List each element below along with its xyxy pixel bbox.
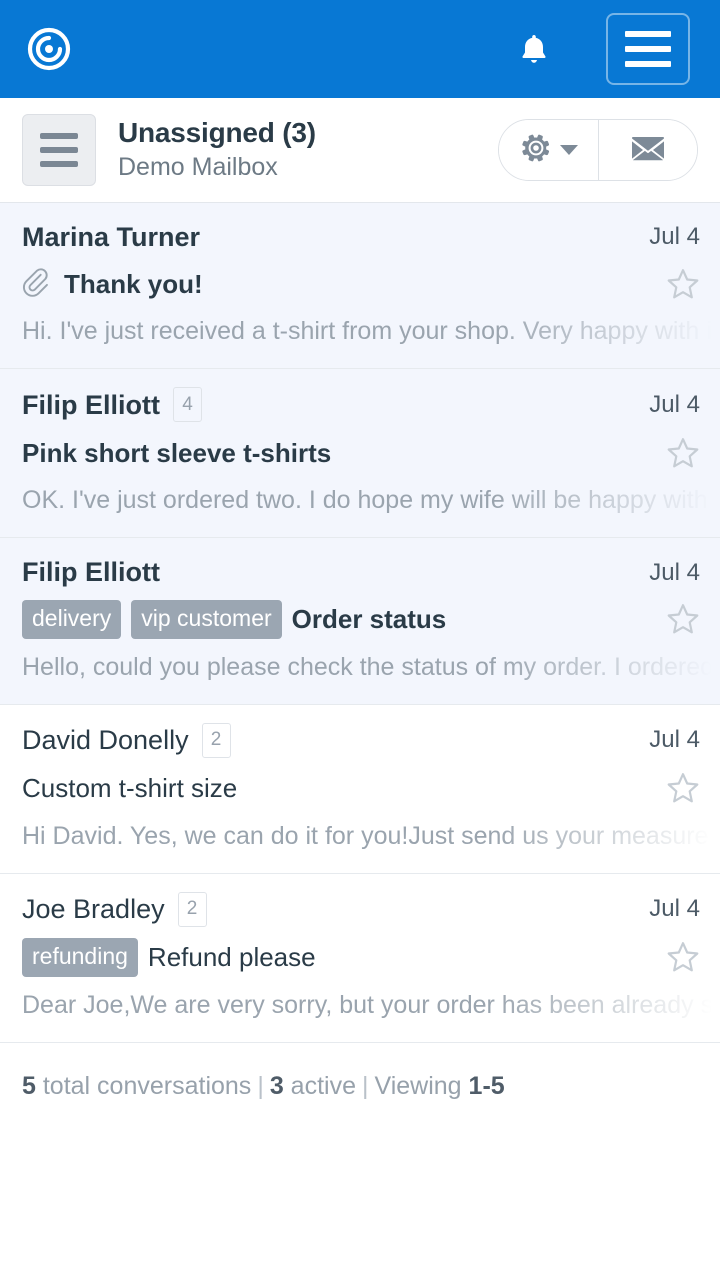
conversation-subject-row: Custom t-shirt size xyxy=(0,769,720,809)
footer-separator-1: | xyxy=(257,1071,264,1100)
thread-count-badge: 2 xyxy=(177,891,207,927)
conversation-preview-wrap: Dear Joe,We are very sorry, but your ord… xyxy=(0,988,720,1022)
new-conversation-button[interactable] xyxy=(599,120,697,180)
conversation-subject: Custom t-shirt size xyxy=(22,773,238,804)
thread-count-badge: 2 xyxy=(201,722,231,758)
mailbox-titles: Unassigned (3) Demo Mailbox xyxy=(118,116,498,184)
conversation-preview: Hello, could you please check the status… xyxy=(22,652,720,681)
conversation-header: David Donelly 2 Jul 4 xyxy=(0,722,720,758)
star-outline-icon[interactable] xyxy=(652,437,700,470)
conversation-subject-row: Pink short sleeve t-shirts xyxy=(0,433,720,473)
conversation-subject: Order status xyxy=(291,604,447,635)
conversation-preview-wrap: Hi David. Yes, we can do it for you!Just… xyxy=(0,819,720,853)
footer-separator-2: | xyxy=(361,1071,369,1100)
customer-name: Marina Turner xyxy=(22,222,201,252)
conversation-row[interactable]: Filip Elliott Jul 4 delivery vip customer Or… xyxy=(0,538,720,705)
conversation-subject-row: delivery vip customer Order status xyxy=(0,600,720,640)
hamburger-menu-icon[interactable] xyxy=(606,13,690,85)
conversation-row[interactable]: David Donelly 2 Jul 4 Custom t-shirt size Hi… xyxy=(0,704,720,874)
conversation-header: Filip Elliott Jul 4 xyxy=(0,556,720,588)
customer-name: David Donelly xyxy=(22,725,189,756)
conversation-preview: OK. I've just ordered two. I do hope my … xyxy=(22,486,720,515)
customer-name: Joe Bradley xyxy=(22,894,165,925)
conversation-preview-wrap: OK. I've just ordered two. I do hope my … xyxy=(0,483,720,517)
conversation-header: Marina Turner Jul 4 xyxy=(0,221,720,253)
conversation-subject-row: Thank you! xyxy=(0,264,720,304)
conversation-header: Joe Bradley 2 Jul 4 xyxy=(0,891,720,927)
bell-icon[interactable] xyxy=(506,21,562,77)
caret-down-icon xyxy=(559,145,578,155)
star-outline-icon[interactable] xyxy=(652,941,700,974)
conversation-subject: Pink short sleeve t-shirts xyxy=(22,437,332,468)
page-title: Unassigned (3) xyxy=(118,117,316,149)
conversation-subject-row: refunding Refund please xyxy=(0,938,720,978)
helpscout-spiral-logo[interactable] xyxy=(24,24,74,74)
conversation-preview-wrap: Hello, could you please check the status… xyxy=(0,650,720,684)
mailbox-toolbar: Unassigned (3) Demo Mailbox xyxy=(0,98,720,203)
total-count: 5 xyxy=(22,1071,36,1100)
star-outline-icon[interactable] xyxy=(652,772,700,805)
conversation-tag[interactable]: delivery xyxy=(22,600,122,640)
conversation-date: Jul 4 xyxy=(649,895,700,923)
thread-count-badge: 4 xyxy=(172,387,202,423)
folders-hamburger-icon[interactable] xyxy=(22,114,96,186)
viewing-range: 1-5 xyxy=(468,1071,505,1100)
folder-bar-3 xyxy=(40,161,78,167)
conversation-row[interactable]: Joe Bradley 2 Jul 4 refunding Refund please D… xyxy=(0,873,720,1043)
mailbox-name: Demo Mailbox xyxy=(118,153,278,182)
conversation-date: Jul 4 xyxy=(649,558,700,586)
conversation-subject: Thank you! xyxy=(64,268,203,299)
gear-icon xyxy=(520,132,552,169)
customer-name: Filip Elliott xyxy=(22,557,160,588)
customer-name: Filip Elliott xyxy=(22,389,160,420)
conversation-date: Jul 4 xyxy=(649,726,700,754)
toolbar-actions xyxy=(498,119,698,181)
conversation-date: Jul 4 xyxy=(649,390,700,418)
conversation-date: Jul 4 xyxy=(649,223,700,251)
conversation-row[interactable]: Marina Turner Jul 4 Thank you! Hi. I've jus… xyxy=(0,203,720,370)
conversation-preview: Hi. I've just received a t-shirt from yo… xyxy=(22,317,720,346)
conversation-preview: Dear Joe,We are very sorry, but your ord… xyxy=(22,990,720,1019)
conversation-preview: Hi David. Yes, we can do it for you!Just… xyxy=(22,821,720,850)
conversation-tag[interactable]: refunding xyxy=(22,938,138,978)
paperclip-icon xyxy=(22,268,52,300)
viewing-label: Viewing xyxy=(374,1071,462,1100)
conversation-row[interactable]: Filip Elliott 4 Jul 4 Pink short sleeve t-s… xyxy=(0,369,720,539)
folder-bar-2 xyxy=(40,147,78,153)
list-footer: 5 total conversations | 3 active | Viewing 1… xyxy=(0,1043,720,1101)
menu-bar-2 xyxy=(625,46,671,52)
menu-bar-3 xyxy=(625,61,671,67)
total-label: total conversations xyxy=(42,1071,252,1100)
conversation-list: Marina Turner Jul 4 Thank you! Hi. I've jus… xyxy=(0,203,720,1043)
conversation-header: Filip Elliott 4 Jul 4 xyxy=(0,387,720,423)
conversation-subject: Refund please xyxy=(147,942,316,973)
conversation-tag[interactable]: vip customer xyxy=(131,600,282,640)
star-outline-icon[interactable] xyxy=(652,268,700,301)
conversation-preview-wrap: Hi. I've just received a t-shirt from yo… xyxy=(0,314,720,348)
active-label: active xyxy=(290,1071,356,1100)
star-outline-icon[interactable] xyxy=(652,603,700,636)
active-count: 3 xyxy=(269,1071,284,1100)
settings-dropdown-button[interactable] xyxy=(499,120,599,180)
menu-bar-1 xyxy=(625,31,671,37)
folder-bar-1 xyxy=(40,133,78,139)
envelope-icon xyxy=(630,134,666,167)
app-header xyxy=(0,0,720,98)
